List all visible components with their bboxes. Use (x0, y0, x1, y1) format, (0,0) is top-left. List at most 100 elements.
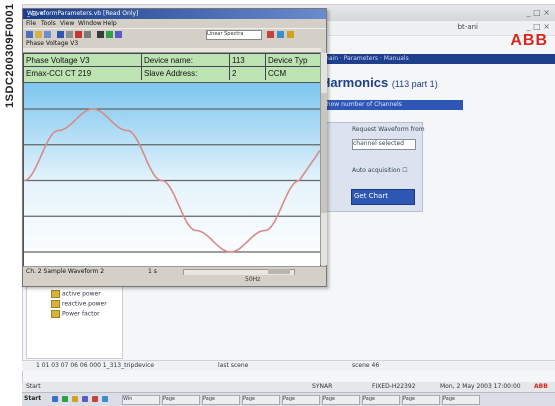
taskbar-item[interactable]: Win (122, 395, 160, 405)
menu-item-view[interactable]: View (60, 20, 74, 27)
status-left: 1 01 03 07 06 06 000 1_313_tripdevice (36, 362, 155, 369)
vertical-scrollbar[interactable] (320, 53, 327, 265)
path-label: Phase Voltage V3 (26, 40, 79, 47)
spectra-select-value: Linear Spectra (207, 31, 244, 37)
taskbar-info: Start SYNAR FIXED-H22392 Mon, 2 May 2003… (22, 382, 555, 392)
path-label-row: Phase Voltage V3 (23, 40, 326, 48)
taskbar-c2: FIXED-H22392 (372, 383, 416, 390)
open-icon[interactable] (35, 31, 42, 38)
channel-select[interactable]: channel selected (352, 139, 416, 150)
page-subtitle: (113 part 1) (391, 79, 438, 89)
quicklaunch-icon[interactable] (72, 396, 78, 402)
window-buttons[interactable]: _ □ × (27, 10, 324, 17)
tree-item-power-factor[interactable]: Power factor (51, 310, 100, 319)
auto-acquisition-checkbox[interactable]: Auto acquisition ☐ (352, 167, 408, 174)
background-window-controls[interactable]: _ □ × (527, 8, 550, 17)
taskbar-c3: Mon, 2 May 2003 17:00:00 (440, 383, 521, 390)
zoom-icon[interactable] (106, 31, 113, 38)
paste-icon[interactable] (84, 31, 91, 38)
status-line: 1 01 03 07 06 06 000 1_313_tripdevice la… (22, 360, 555, 371)
channel-select-value: channel selected (353, 140, 404, 147)
taskbar-item[interactable]: Page (162, 395, 200, 405)
waveform-chart-svg (24, 83, 320, 266)
user-label: bt-ani (457, 23, 478, 31)
taskbar-item[interactable]: Page (202, 395, 240, 405)
info-cell: Device Typ (266, 54, 320, 67)
abb-logo: ABB (510, 32, 548, 49)
taskbar-item[interactable]: Page (362, 395, 400, 405)
menu-item-file[interactable]: File (26, 20, 36, 27)
status-mid: last scene (218, 362, 249, 369)
info-cell: CCM (268, 69, 287, 78)
copy-icon[interactable] (75, 31, 82, 38)
alert-icon[interactable] (267, 31, 274, 38)
taskbar-logo: ABB (534, 383, 548, 390)
waveform-request-panel: Request Waveform from channel selected A… (321, 122, 425, 212)
taskbar-item[interactable]: Page (242, 395, 280, 405)
taskbar: Start Win Page Page Page Page Page Page … (22, 392, 555, 406)
quicklaunch-icon[interactable] (102, 396, 108, 402)
taskbar-c1: SYNAR (312, 383, 333, 390)
page-title: Harmonics (321, 75, 389, 90)
taskbar-item[interactable]: Page (282, 395, 320, 405)
taskbar-left: Start (26, 383, 41, 390)
cut-icon[interactable] (66, 31, 73, 38)
print-icon[interactable] (57, 31, 64, 38)
menu-bar: File Tools View Window Help (23, 19, 326, 28)
plot-background (24, 83, 320, 266)
waveform-plot[interactable] (23, 82, 321, 267)
tree-item-reactive-power[interactable]: reactive power (51, 300, 107, 309)
menu-item-tools[interactable]: Tools (41, 20, 56, 27)
get-chart-label: Get Chart (354, 192, 388, 200)
start-button[interactable]: Start (24, 395, 46, 403)
grid-icon[interactable] (115, 31, 122, 38)
waveform-window: WaveformParameters.vb [Read Only] _ □ × … (22, 8, 327, 287)
frequency-label: 50Hz (245, 276, 261, 283)
get-chart-button[interactable]: Get Chart (351, 189, 415, 205)
chart-icon[interactable] (97, 31, 104, 38)
horizontal-scroll-thumb[interactable] (268, 269, 290, 274)
figure-code: 1SDC200309F0001 (4, 3, 16, 108)
new-icon[interactable] (26, 31, 33, 38)
window-bottom-bar: 50Hz (23, 275, 326, 285)
info-cell: 113 (230, 54, 266, 67)
background-secondary-controls[interactable]: _ □ × (527, 22, 550, 31)
tree-item-active-power[interactable]: active power (51, 290, 101, 299)
vertical-scroll-thumb[interactable] (321, 93, 327, 213)
info-cell: 2 (230, 67, 266, 80)
auto-acquisition-label: Auto acquisition (352, 167, 401, 174)
page-heading: Harmonics (113 part 1) (321, 75, 438, 90)
help-icon[interactable] (277, 31, 284, 38)
nav-path[interactable]: main · Parameters · Manuals (323, 55, 409, 62)
status-right: scene 46 (352, 362, 380, 369)
settings-icon[interactable] (287, 31, 294, 38)
status-scale: 1 s (148, 268, 157, 275)
info-cell: Slave Address: (142, 67, 230, 80)
info-cell: Device name: (142, 54, 230, 67)
section-bar-label: Show number of Channels (323, 101, 402, 108)
taskbar-item[interactable]: Page (322, 395, 360, 405)
quicklaunch-icon[interactable] (82, 396, 88, 402)
folder-icon (51, 300, 60, 308)
figure-code-strip: 1SDC200309F0001 (0, 0, 16, 405)
taskbar-item[interactable]: Page (402, 395, 440, 405)
info-cell: Emax-CCI CT 219 (24, 67, 142, 80)
taskbar-item[interactable]: Page (442, 395, 480, 405)
save-icon[interactable] (44, 31, 51, 38)
panel-label: Request Waveform from (352, 126, 425, 133)
window-title-bar[interactable]: WaveformParameters.vb [Read Only] _ □ × (23, 9, 326, 19)
status-channel: Ch. 2 Sample Waveform 2 (26, 268, 105, 275)
device-info-table: Phase Voltage V3 Device name: 113 Device… (23, 53, 321, 83)
info-cell: Phase Voltage V3 (24, 54, 142, 67)
folder-icon (51, 310, 60, 318)
quicklaunch-icon[interactable] (52, 396, 58, 402)
folder-icon (51, 290, 60, 298)
nav-bar: main · Parameters · Manuals (319, 54, 555, 64)
menu-item-window[interactable]: Window (78, 20, 102, 27)
tree-view: active power reactive power Power factor (26, 283, 123, 359)
quicklaunch-icon[interactable] (92, 396, 98, 402)
quicklaunch-icon[interactable] (62, 396, 68, 402)
menu-item-help[interactable]: Help (103, 20, 117, 27)
spectra-select[interactable]: Linear Spectra (206, 30, 262, 40)
section-bar: Show number of Channels (320, 100, 463, 110)
